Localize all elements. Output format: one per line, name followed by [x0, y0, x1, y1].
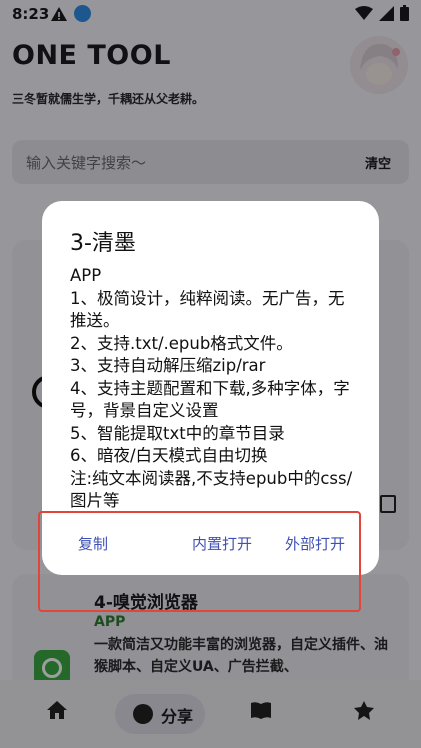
highlight-box	[38, 511, 361, 612]
dialog-title: 3-清墨	[70, 231, 136, 256]
dialog-body: APP 1、极简设计，纯粹阅读。无广告，无推送。 2、支持.txt/.epub格…	[70, 266, 353, 510]
